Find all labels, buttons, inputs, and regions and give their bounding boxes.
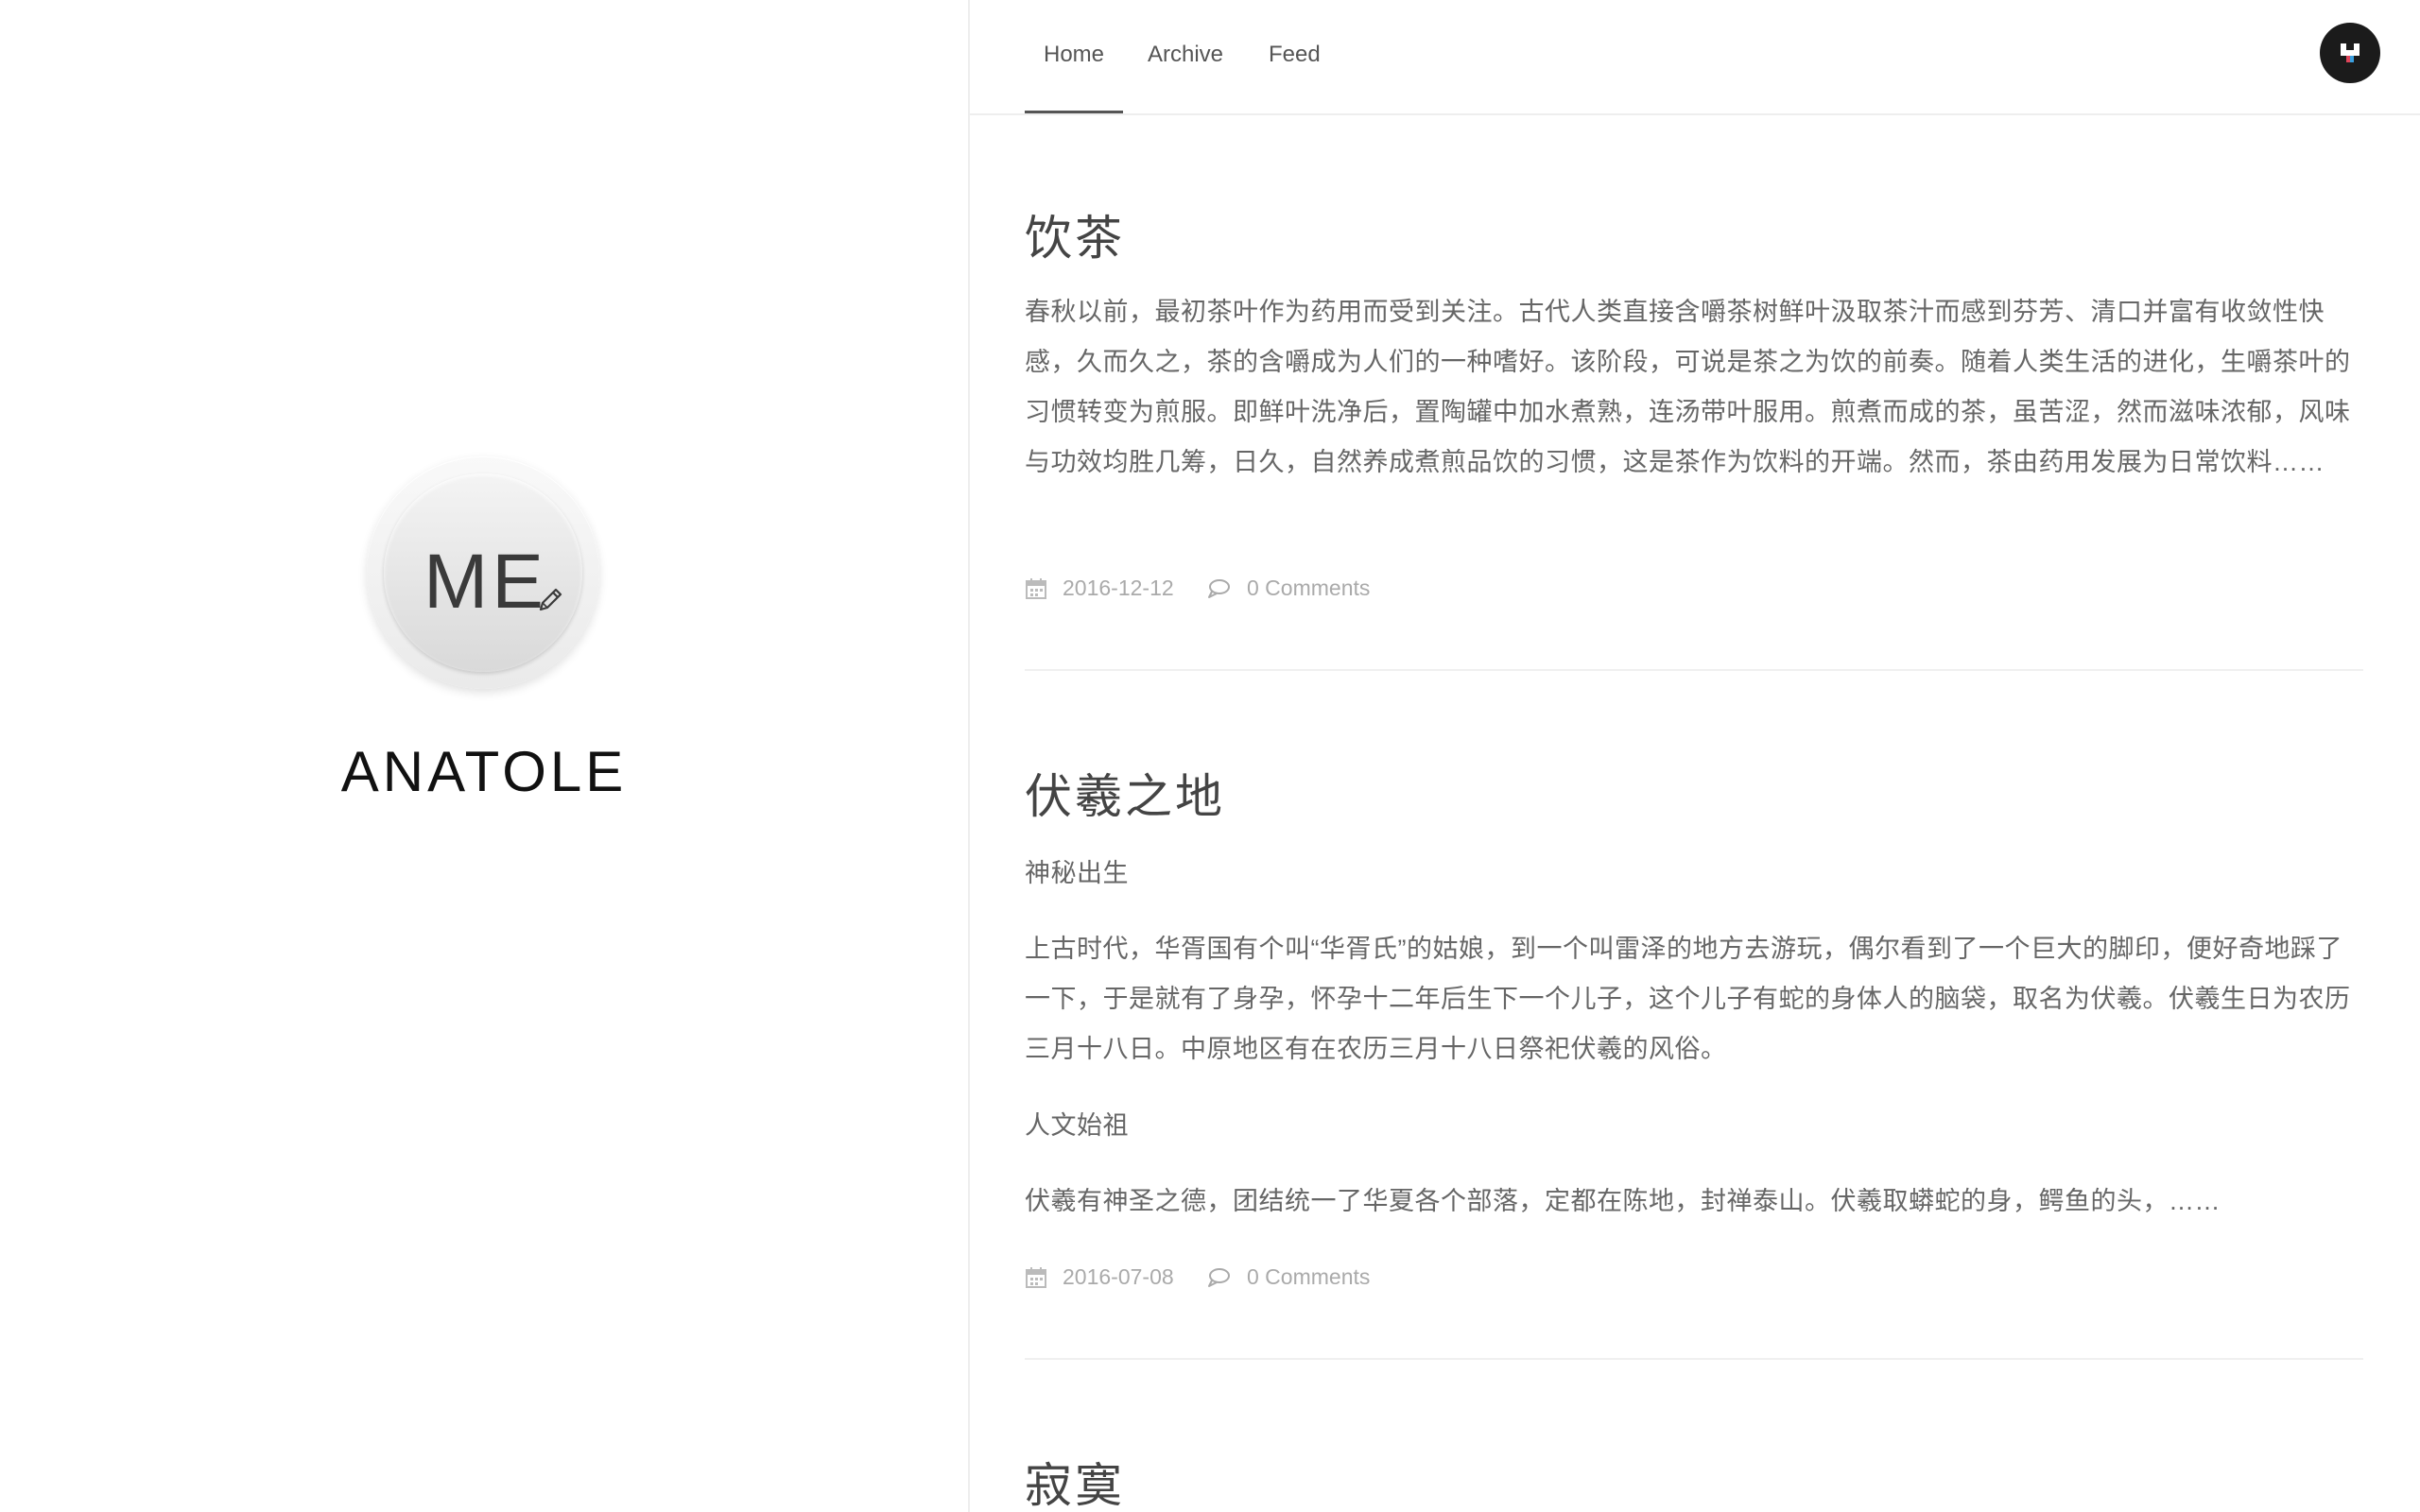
profile-sidebar: ME ANATOLE <box>0 0 970 1512</box>
comment-bubble-icon <box>1208 579 1230 598</box>
post-subheading: 神秘出生 <box>1025 859 1129 887</box>
profile-name[interactable]: ANATOLE <box>0 739 968 804</box>
post-comments-link[interactable]: 0 Comments <box>1247 1264 1370 1290</box>
nav-archive[interactable]: Archive <box>1148 42 1223 68</box>
post-date: 2016-12-12 <box>1063 576 1174 600</box>
post-divider <box>1025 669 2363 671</box>
comment-bubble-icon <box>1208 1268 1230 1287</box>
page: ME ANATOLE Home Archive Feed 饮茶 春秋以前，最初茶… <box>0 0 2420 1512</box>
nav-active-indicator <box>1025 111 1123 113</box>
post-excerpt: 伏羲有神圣之德，团结统一了华夏各个部落，定都在陈地，封禅泰山。伏羲取蟒蛇的身，鳄… <box>1025 1187 2221 1215</box>
post-excerpt: 春秋以前，最初茶叶作为药用而受到关注。古代人类直接含嚼茶树鲜叶汲取茶汁而感到芬芳… <box>1025 298 2351 476</box>
post-title[interactable]: 伏羲之地 <box>1025 759 1225 827</box>
nav-feed[interactable]: Feed <box>1269 42 1321 68</box>
nav-home[interactable]: Home <box>1044 42 1104 68</box>
post-comments-link[interactable]: 0 Comments <box>1247 576 1370 601</box>
calendar-icon <box>1026 578 1046 599</box>
top-navigation: Home Archive Feed <box>970 0 2420 115</box>
pencil-icon <box>539 588 562 611</box>
avatar-face: ME <box>384 473 582 672</box>
post-date: 2016-07-08 <box>1063 1264 1174 1289</box>
post-title[interactable]: 寂寞 <box>1025 1448 1125 1512</box>
post-excerpt: 上古时代，华胥国有个叫“华胥氏”的姑娘，到一个叫雷泽的地方去游玩，偶尔看到了一个… <box>1025 935 2351 1063</box>
post-subheading: 人文始祖 <box>1025 1111 1129 1140</box>
avatar[interactable]: ME <box>367 456 599 689</box>
site-logo-icon[interactable] <box>2320 23 2380 83</box>
post-title[interactable]: 饮茶 <box>1025 200 1125 268</box>
post-divider <box>1025 1358 2363 1360</box>
calendar-icon <box>1026 1267 1046 1288</box>
avatar-text: ME <box>424 539 547 625</box>
